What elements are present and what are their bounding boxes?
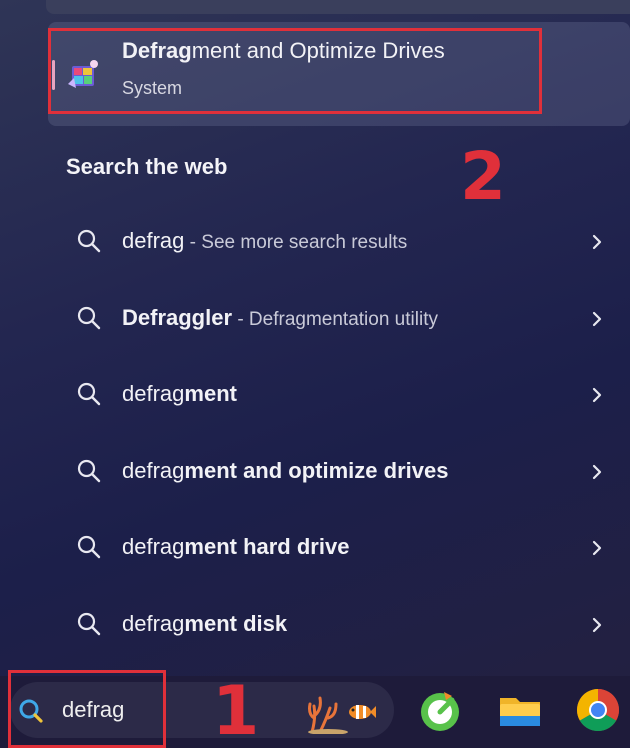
annotation-label-2: 2 bbox=[460, 138, 506, 215]
search-icon bbox=[77, 612, 101, 635]
search-web-heading: Search the web bbox=[66, 154, 228, 179]
web-result[interactable]: defragment bbox=[0, 359, 630, 436]
chevron-right-icon bbox=[592, 387, 602, 403]
web-result[interactable]: defrag - See more search results bbox=[0, 206, 630, 283]
web-results-list: defrag - See more search results Defragg… bbox=[0, 206, 630, 665]
web-result[interactable]: defragment disk bbox=[0, 589, 630, 666]
search-icon bbox=[77, 229, 101, 253]
search-highlight-coral-icon bbox=[308, 696, 376, 734]
web-result[interactable]: defragment hard drive bbox=[0, 512, 630, 589]
chevron-right-icon bbox=[592, 234, 602, 250]
search-icon bbox=[77, 382, 101, 406]
cleaner-app-icon[interactable] bbox=[416, 686, 464, 734]
chrome-browser-icon[interactable] bbox=[574, 686, 622, 734]
web-result[interactable]: defragment and optimize drives bbox=[0, 436, 630, 513]
previous-item-strip bbox=[46, 0, 630, 14]
chevron-right-icon bbox=[592, 464, 602, 479]
annotation-label-1: 1 bbox=[212, 672, 260, 748]
search-icon bbox=[77, 306, 101, 329]
search-icon bbox=[77, 459, 101, 482]
web-result-text: defragment disk bbox=[122, 610, 288, 636]
annotation-box-search bbox=[8, 670, 166, 748]
chevron-right-icon bbox=[592, 540, 602, 556]
chevron-right-icon bbox=[592, 311, 602, 326]
search-icon bbox=[77, 535, 101, 559]
web-result-text: defrag - See more search results bbox=[122, 228, 408, 253]
web-result-text: defragment bbox=[122, 381, 237, 406]
chevron-right-icon bbox=[592, 617, 602, 632]
file-explorer-icon[interactable] bbox=[496, 686, 544, 734]
start-search-panel: Defragment and Optimize Drives System 2 … bbox=[0, 0, 630, 748]
web-result[interactable]: Defraggler - Defragmentation utility bbox=[0, 283, 630, 360]
annotation-box-best-match bbox=[48, 28, 542, 114]
web-result-text: defragment hard drive bbox=[122, 534, 350, 559]
web-result-text: defragment and optimize drives bbox=[122, 457, 449, 483]
web-result-text: Defraggler - Defragmentation utility bbox=[122, 304, 438, 330]
